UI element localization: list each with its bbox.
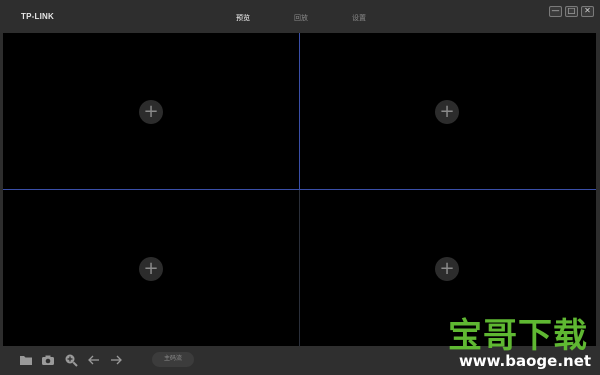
video-grid: + + + + (3, 33, 596, 346)
add-camera-button[interactable]: + (139, 257, 163, 281)
minimize-icon: — (551, 6, 560, 15)
watermark-title: 宝哥下载 (448, 316, 588, 356)
title-bar: TP-LINK 预览 回放 设置 — □ ✕ (0, 0, 600, 33)
arrow-left-icon[interactable] (87, 353, 101, 367)
tab-playback[interactable]: 回放 (294, 13, 308, 23)
folder-icon[interactable] (19, 353, 33, 367)
zoom-in-icon[interactable] (64, 353, 78, 367)
video-pane-3[interactable]: + (3, 190, 299, 346)
arrow-right-icon[interactable] (109, 353, 123, 367)
video-pane-2[interactable]: + (300, 33, 596, 189)
add-camera-button[interactable]: + (435, 257, 459, 281)
add-camera-button[interactable]: + (139, 100, 163, 124)
add-camera-button[interactable]: + (435, 100, 459, 124)
watermark: 宝哥下载 www.baoge.net (443, 318, 593, 374)
camera-icon[interactable] (41, 353, 55, 367)
app-window: TP-LINK 预览 回放 设置 — □ ✕ + + + + 主码流 宝哥下载 … (0, 0, 600, 375)
pane-divider (299, 33, 300, 190)
watermark-url: www.baoge.net (458, 352, 592, 370)
maximize-icon: □ (567, 6, 576, 15)
pane-divider (299, 190, 300, 346)
tab-settings[interactable]: 设置 (352, 13, 366, 23)
close-button[interactable]: ✕ (581, 6, 594, 17)
plus-icon: + (143, 258, 159, 279)
plus-icon: + (439, 258, 455, 279)
video-pane-1[interactable]: + (3, 33, 299, 189)
maximize-button[interactable]: □ (565, 6, 578, 17)
plus-icon: + (439, 101, 455, 122)
plus-icon: + (143, 101, 159, 122)
close-icon: ✕ (584, 6, 591, 15)
main-stream-button[interactable]: 主码流 (152, 352, 194, 367)
pane-divider (3, 189, 596, 190)
app-logo: TP-LINK (21, 12, 54, 21)
minimize-button[interactable]: — (549, 6, 562, 17)
tab-preview[interactable]: 预览 (236, 13, 250, 23)
